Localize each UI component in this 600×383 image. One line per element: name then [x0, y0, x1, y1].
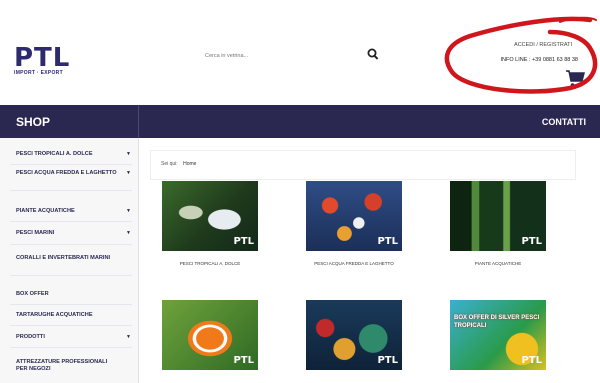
main-navbar: SHOP CONTATTI — [0, 105, 600, 138]
breadcrumb-home[interactable]: Home — [183, 161, 196, 167]
sidebar-item-coralli[interactable]: CORALLI E INVERTEBRATI MARINI — [0, 255, 139, 262]
sidebar-item-pesci-marini[interactable]: PESCI MARINI ▼ — [0, 230, 139, 237]
product-caption[interactable]: PESCI ACQUA FREDDA E LAGHETTO — [306, 261, 402, 266]
sidebar-item-acqua-fredda[interactable]: PESCI ACQUA FREDDA E LAGHETTO ▼ — [0, 170, 139, 177]
product-tile-pesci-tropicali[interactable]: PTL PESCI TROPICALI A. DOLCE — [162, 181, 258, 266]
sidebar-divider — [10, 244, 132, 245]
login-register-link[interactable]: ACCEDI / REGISTRATI — [514, 42, 572, 48]
sidebar-item-label: PESCI TROPICALI A. DOLCE — [16, 151, 93, 157]
cart-icon[interactable] — [564, 68, 586, 88]
ptl-watermark: PTL — [377, 236, 398, 247]
ptl-watermark: PTL — [377, 355, 398, 366]
sidebar-item-label: PESCI MARINI — [16, 230, 55, 236]
logo-tagline: IMPORT · EXPORT — [14, 70, 63, 76]
product-tile-acqua-fredda[interactable]: PTL PESCI ACQUA FREDDA E LAGHETTO — [306, 181, 402, 266]
sidebar-item-attrezzature[interactable]: ATTREZZATURE PROFESSIONALI PER NEGOZI — [0, 359, 139, 373]
ptl-watermark: PTL — [233, 236, 254, 247]
sidebar-divider — [10, 221, 132, 222]
sidebar-item-label: CORALLI E INVERTEBRATI MARINI — [16, 255, 111, 261]
nav-divider — [138, 105, 139, 138]
sidebar-item-label: TARTARUGHE ACQUATICHE — [16, 312, 93, 318]
breadcrumb-prefix: Sei qui: — [161, 161, 178, 167]
product-image[interactable]: BOX OFFER DI SILVER PESCI TROPICALI PTL — [450, 300, 546, 370]
search-icon[interactable] — [367, 47, 379, 63]
box-offer-badge: BOX OFFER DI SILVER PESCI TROPICALI — [454, 315, 540, 329]
nav-contatti[interactable]: CONTATTI — [542, 117, 586, 127]
product-tile-pesci-marini[interactable]: PTL — [162, 300, 258, 380]
product-image[interactable]: PTL — [450, 181, 546, 251]
ptl-logo[interactable]: PTL IMPORT · EXPORT — [14, 43, 71, 76]
site-header: PTL IMPORT · EXPORT ACCEDI / REGISTRATI … — [0, 0, 600, 105]
sidebar-divider — [10, 275, 132, 276]
sidebar-item-pesci-tropicali[interactable]: PESCI TROPICALI A. DOLCE ▼ — [0, 151, 139, 158]
logo-wordmark: PTL — [14, 43, 71, 73]
sidebar-divider — [10, 304, 132, 305]
nav-shop[interactable]: SHOP — [16, 115, 50, 129]
sidebar-item-tartarughe[interactable]: TARTARUGHE ACQUATICHE — [0, 312, 139, 319]
product-image[interactable]: PTL — [162, 181, 258, 251]
sidebar-divider — [10, 190, 132, 191]
search-input[interactable] — [199, 47, 337, 65]
sidebar-item-label: ATTREZZATURE PROFESSIONALI PER NEGOZI — [16, 359, 108, 372]
product-image[interactable]: PTL — [306, 181, 402, 251]
info-line: INFO LINE : +39 0881 63 88 38 — [500, 57, 578, 63]
ptl-watermark: PTL — [521, 236, 542, 247]
main-content: Sei qui: Home PTL PESCI TROPICALI A. DOL… — [150, 150, 590, 383]
product-caption[interactable]: PESCI TROPICALI A. DOLCE — [162, 261, 258, 266]
product-image[interactable]: PTL — [306, 300, 402, 370]
chevron-down-icon[interactable]: ▼ — [126, 151, 131, 158]
chevron-down-icon[interactable]: ▼ — [126, 170, 131, 177]
sidebar-divider — [10, 325, 132, 326]
sidebar-item-label: BOX OFFER — [16, 291, 49, 297]
sidebar-item-label: PIANTE ACQUATICHE — [16, 208, 75, 214]
chevron-down-icon[interactable]: ▼ — [126, 208, 131, 215]
sidebar-item-label: PRODOTTI — [16, 334, 45, 340]
sidebar-divider — [10, 347, 132, 348]
product-tile-coralli[interactable]: PTL — [306, 300, 402, 380]
chevron-down-icon[interactable]: ▼ — [126, 334, 131, 341]
product-image[interactable]: PTL — [162, 300, 258, 370]
sidebar-divider — [10, 164, 132, 165]
chevron-down-icon[interactable]: ▼ — [126, 230, 131, 237]
product-tile-box-offer[interactable]: BOX OFFER DI SILVER PESCI TROPICALI PTL — [450, 300, 546, 380]
sidebar-item-label: PESCI ACQUA FREDDA E LAGHETTO — [16, 170, 117, 176]
ptl-watermark: PTL — [521, 355, 542, 366]
product-caption[interactable]: PIANTE ACQUATICHE — [450, 261, 546, 266]
ptl-watermark: PTL — [233, 355, 254, 366]
breadcrumb: Sei qui: Home — [150, 150, 576, 180]
product-tile-piante[interactable]: PTL PIANTE ACQUATICHE — [450, 181, 546, 266]
sidebar-item-prodotti[interactable]: PRODOTTI ▼ — [0, 334, 139, 341]
account-area: ACCEDI / REGISTRATI INFO LINE : +39 0881… — [440, 10, 600, 100]
sidebar-item-piante[interactable]: PIANTE ACQUATICHE ▼ — [0, 208, 139, 215]
sidebar-item-box-offer[interactable]: BOX OFFER — [0, 291, 139, 298]
search-bar — [199, 45, 379, 67]
category-sidebar: PESCI TROPICALI A. DOLCE ▼ PESCI ACQUA F… — [0, 138, 139, 383]
